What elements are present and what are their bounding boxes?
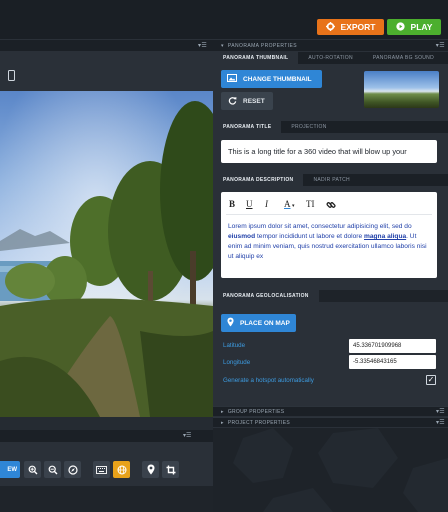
clear-format-button[interactable]: TI — [306, 199, 315, 209]
tab-panorama-description[interactable]: PANORAMA DESCRIPTION — [213, 174, 304, 186]
panorama-properties-header[interactable]: ▾ PANORAMA PROPERTIES ▾☰ — [213, 40, 448, 51]
gear-icon — [325, 21, 335, 33]
change-thumbnail-button[interactable]: CHANGE THUMBNAIL — [221, 70, 322, 88]
hotspot-checkbox[interactable]: ✓ — [426, 375, 436, 385]
viewer-header: ▾☰ — [0, 40, 213, 51]
place-on-map-button[interactable]: PLACE ON MAP — [221, 314, 296, 332]
menu-icon[interactable]: ▾☰ — [436, 419, 445, 426]
view-button[interactable]: EW — [0, 461, 20, 478]
bold-button[interactable]: B — [229, 199, 235, 209]
image-icon — [227, 74, 237, 84]
link-icon[interactable] — [326, 200, 336, 212]
reset-button[interactable]: RESET — [221, 92, 273, 110]
reset-label: RESET — [243, 97, 265, 105]
group-properties-header[interactable]: ▸ GROUP PROPERTIES ▾☰ — [213, 406, 448, 416]
tab-auto-rotation[interactable]: AUTO-ROTATION — [298, 52, 362, 64]
longitude-label: Longitude — [223, 359, 251, 366]
tab-projection[interactable]: PROJECTION — [281, 121, 336, 133]
editor-divider — [226, 214, 432, 215]
longitude-input[interactable]: -5.33546843165 — [349, 355, 436, 369]
mobile-preview-icon[interactable] — [8, 70, 15, 81]
panorama-thumbnail-image — [364, 71, 439, 108]
geolocation-tabs: PANORAMA GEOLOCALISATION — [213, 290, 448, 302]
pin-icon[interactable] — [142, 461, 159, 478]
description-text-part: Lorem ipsum dolor sit amet, consectetur … — [228, 223, 412, 230]
chevron-down-icon: ▾ — [292, 203, 295, 209]
play-label: PLAY — [410, 22, 433, 32]
tab-panorama-title[interactable]: PANORAMA TITLE — [213, 121, 282, 133]
zoom-in-icon[interactable] — [24, 461, 41, 478]
panorama-title-input[interactable]: This is a long title for a 360 video tha… — [221, 140, 437, 163]
latitude-input[interactable]: 45.336701909968 — [349, 339, 436, 353]
menu-icon[interactable]: ▾☰ — [436, 408, 445, 415]
viewer-toolbar — [0, 51, 213, 91]
globe-icon[interactable] — [113, 461, 130, 478]
thumbnail-tabs: PANORAMA THUMBNAIL AUTO-ROTATION PANORAM… — [213, 52, 448, 64]
lower-panel — [0, 486, 213, 512]
project-properties-header[interactable]: ▸ PROJECT PROPERTIES ▾☰ — [213, 417, 448, 427]
group-properties-title: GROUP PROPERTIES — [227, 408, 285, 415]
tab-nadir-patch[interactable]: NADIR PATCH — [303, 174, 359, 186]
latitude-label: Latitude — [223, 342, 246, 349]
tab-panorama-geolocalisation[interactable]: PANORAMA GEOLOCALISATION — [213, 290, 319, 302]
tab-panorama-bg-sound[interactable]: PANORAMA BG SOUND — [363, 52, 444, 64]
menu-icon[interactable]: ▾☰ — [198, 42, 207, 49]
description-bold: eiusmod — [228, 233, 256, 240]
italic-button[interactable]: I — [265, 199, 268, 209]
description-text-part: tempor incididunt ut labore et dolore — [255, 233, 364, 240]
menu-icon[interactable]: ▾☰ — [183, 432, 191, 439]
change-thumbnail-label: CHANGE THUMBNAIL — [243, 75, 312, 83]
viewer-bottom-header: ▾☰ — [0, 430, 213, 442]
export-label: EXPORT — [340, 22, 376, 32]
play-button[interactable]: PLAY — [387, 19, 441, 35]
description-text: Lorem ipsum dolor sit amet, consectetur … — [228, 222, 432, 262]
description-tabs: PANORAMA DESCRIPTION NADIR PATCH — [213, 174, 448, 186]
refresh-icon — [228, 96, 237, 107]
crop-icon[interactable] — [162, 461, 179, 478]
chevron-down-icon: ▾ — [221, 42, 224, 49]
project-properties-title: PROJECT PROPERTIES — [227, 419, 290, 426]
chevron-right-icon: ▸ — [221, 408, 224, 415]
tab-panorama-thumbnail[interactable]: PANORAMA THUMBNAIL — [213, 52, 299, 64]
hotspot-label: Generate a hotspot automatically — [223, 377, 314, 384]
description-link[interactable]: magna aliqua — [364, 233, 406, 240]
zoom-out-icon[interactable] — [44, 461, 61, 478]
export-button[interactable]: EXPORT — [317, 19, 384, 35]
compass-icon[interactable] — [64, 461, 81, 478]
panorama-viewer[interactable] — [0, 91, 213, 417]
underline-button[interactable]: U — [246, 199, 253, 209]
chevron-right-icon: ▸ — [221, 419, 224, 426]
panorama-image — [0, 91, 213, 417]
panorama-properties-title: PANORAMA PROPERTIES — [227, 42, 298, 49]
keyboard-icon[interactable] — [93, 461, 110, 478]
empty-panel-background — [213, 428, 448, 512]
pin-icon — [227, 317, 234, 329]
text-color-button[interactable]: A — [284, 199, 291, 209]
place-on-map-label: PLACE ON MAP — [240, 319, 290, 327]
title-tabs: PANORAMA TITLE PROJECTION — [213, 121, 448, 133]
play-icon — [395, 21, 405, 33]
menu-icon[interactable]: ▾☰ — [436, 42, 445, 49]
